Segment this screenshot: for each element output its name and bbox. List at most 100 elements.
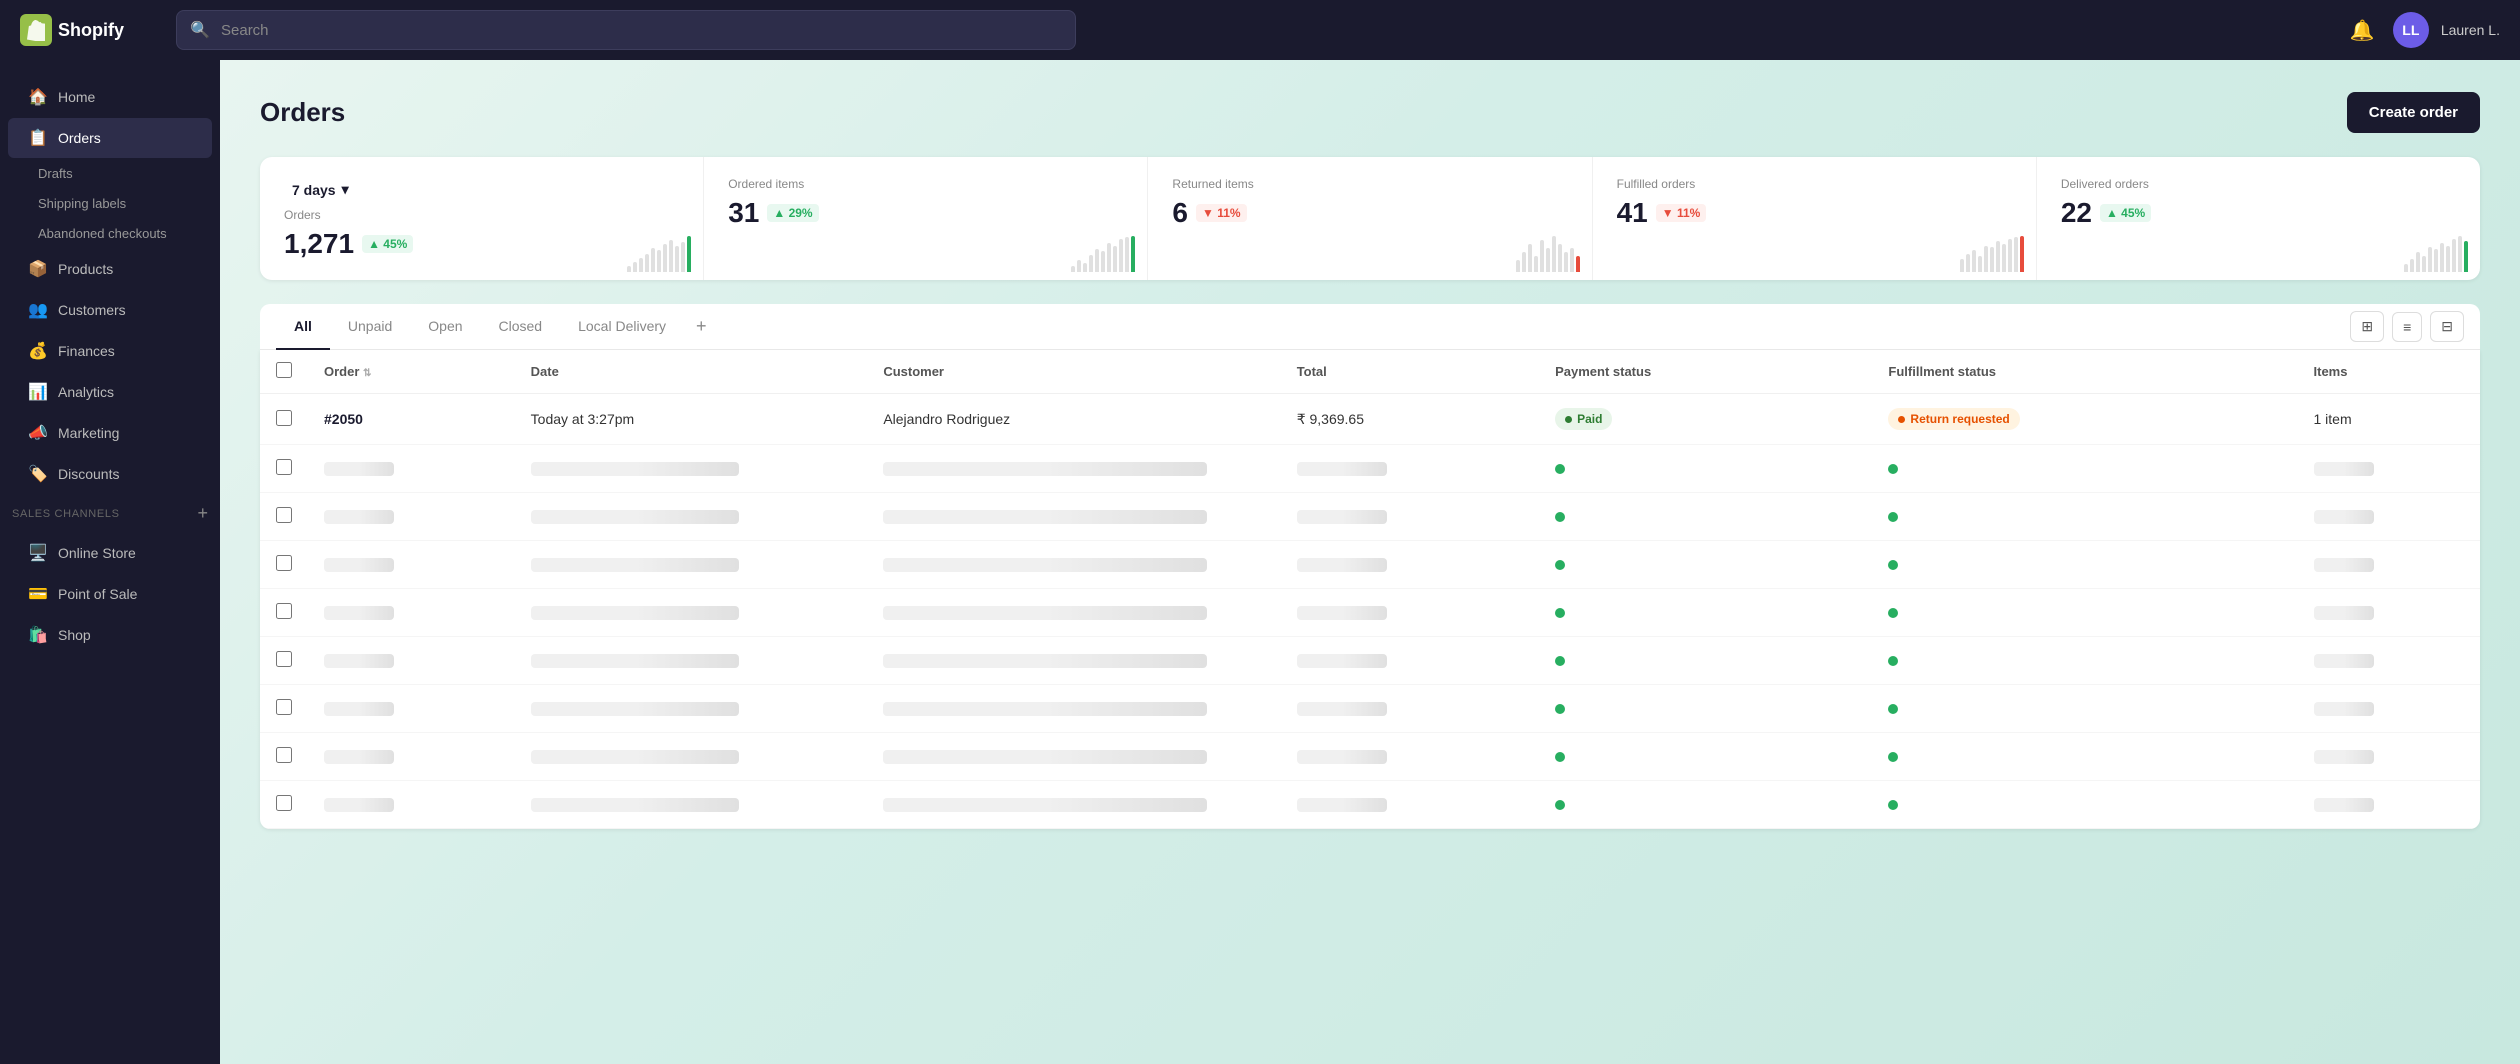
- column-header-order[interactable]: Order ⇅: [308, 350, 515, 394]
- marketing-icon: 📣: [28, 423, 48, 443]
- column-settings-button[interactable]: ⊟: [2430, 311, 2464, 342]
- sidebar-item-shop[interactable]: 🛍️Shop: [8, 615, 212, 655]
- mini-bar: [1516, 260, 1520, 272]
- cell-order: [308, 637, 515, 685]
- cell-payment-status: [1539, 733, 1872, 781]
- notification-bell-button[interactable]: 🔔: [2344, 12, 2381, 49]
- row-checkbox[interactable]: [276, 699, 292, 715]
- order-link[interactable]: #2050: [324, 411, 363, 427]
- mini-bar: [633, 262, 637, 272]
- sidebar-item-analytics[interactable]: 📊Analytics: [8, 372, 212, 412]
- sidebar-item-customers[interactable]: 👥Customers: [8, 290, 212, 330]
- table-row[interactable]: [260, 541, 2480, 589]
- sidebar-item-finances[interactable]: 💰Finances: [8, 331, 212, 371]
- mini-bar: [1095, 249, 1099, 272]
- search-input[interactable]: [176, 10, 1076, 50]
- tab-unpaid[interactable]: Unpaid: [330, 304, 410, 350]
- sales-channels-label: Sales channels: [12, 508, 120, 520]
- sidebar-subitem-abandoned-checkouts[interactable]: Abandoned checkouts: [8, 219, 212, 248]
- skeleton-loader: [2314, 798, 2374, 812]
- cell-total: [1281, 781, 1539, 829]
- tab-local-delivery[interactable]: Local Delivery: [560, 304, 684, 350]
- row-checkbox[interactable]: [276, 603, 292, 619]
- mini-bar: [1990, 247, 1994, 272]
- table-row[interactable]: [260, 685, 2480, 733]
- row-checkbox[interactable]: [276, 651, 292, 667]
- customers-icon: 👥: [28, 300, 48, 320]
- mini-bar: [663, 244, 667, 272]
- create-order-button[interactable]: Create order: [2347, 92, 2480, 133]
- cell-date: [515, 685, 868, 733]
- mini-bar: [639, 258, 643, 272]
- row-checkbox[interactable]: [276, 459, 292, 475]
- cell-date: [515, 445, 868, 493]
- cell-items: [2298, 541, 2481, 589]
- fulfillment-status-badge: Return requested: [1888, 408, 2019, 430]
- sort-button[interactable]: ≡: [2392, 312, 2422, 342]
- mini-bar: [669, 240, 673, 272]
- skeleton-loader: [1297, 750, 1388, 764]
- mini-bar: [645, 254, 649, 272]
- mini-bar: [1552, 236, 1556, 272]
- skeleton-loader: [324, 606, 394, 620]
- stat-value: 31: [728, 197, 759, 229]
- cell-total: [1281, 493, 1539, 541]
- sales-channels-add-button[interactable]: +: [197, 503, 208, 524]
- stat-badge: ▲ 45%: [362, 235, 413, 253]
- row-checkbox[interactable]: [276, 555, 292, 571]
- skeleton-loader: [2314, 558, 2374, 572]
- cell-order: [308, 445, 515, 493]
- sidebar-item-marketing[interactable]: 📣Marketing: [8, 413, 212, 453]
- skeleton-loader: [1297, 654, 1388, 668]
- row-checkbox[interactable]: [276, 795, 292, 811]
- tab-all[interactable]: All: [276, 304, 330, 350]
- table-row[interactable]: [260, 733, 2480, 781]
- sidebar-item-products[interactable]: 📦Products: [8, 249, 212, 289]
- cell-order: [308, 781, 515, 829]
- sidebar-subitem-shipping-labels[interactable]: Shipping labels: [8, 189, 212, 218]
- row-checkbox[interactable]: [276, 410, 292, 426]
- table-row[interactable]: [260, 637, 2480, 685]
- sidebar-item-home[interactable]: 🏠Home: [8, 77, 212, 117]
- table-row[interactable]: [260, 493, 2480, 541]
- skeleton-loader: [2314, 606, 2374, 620]
- table-row[interactable]: [260, 781, 2480, 829]
- row-checkbox-cell: [260, 637, 308, 685]
- row-checkbox-cell: [260, 781, 308, 829]
- status-dot: [1888, 752, 1898, 762]
- table-row[interactable]: [260, 589, 2480, 637]
- sidebar-subitem-drafts[interactable]: Drafts: [8, 159, 212, 188]
- row-checkbox[interactable]: [276, 747, 292, 763]
- sidebar-item-online-store[interactable]: 🖥️Online Store: [8, 533, 212, 573]
- tab-open[interactable]: Open: [410, 304, 480, 350]
- table-row[interactable]: #2050Today at 3:27pmAlejandro Rodriguez₹…: [260, 394, 2480, 445]
- stat-card-orders-count: 7 days ▾ Orders 1,271 ▲ 45%: [260, 157, 704, 280]
- add-tab-button[interactable]: +: [684, 306, 719, 347]
- tab-closed[interactable]: Closed: [481, 304, 561, 350]
- row-checkbox[interactable]: [276, 507, 292, 523]
- app-logo[interactable]: Shopify: [20, 14, 160, 46]
- mini-bar: [1528, 244, 1532, 272]
- chevron-down-icon: ▾: [342, 181, 349, 198]
- mini-bar: [1540, 240, 1544, 272]
- sidebar-item-discounts[interactable]: 🏷️Discounts: [8, 454, 212, 494]
- days-selector[interactable]: 7 days ▾: [284, 177, 357, 202]
- cell-customer: [867, 685, 1280, 733]
- user-avatar[interactable]: LL: [2393, 12, 2429, 48]
- mini-bar: [2464, 241, 2468, 272]
- stat-badge: ▲ 29%: [767, 204, 818, 222]
- row-checkbox-cell: [260, 445, 308, 493]
- mini-bar: [2416, 252, 2420, 272]
- tabs-row: AllUnpaidOpenClosedLocal Delivery+ ⊞ ≡ ⊟: [260, 304, 2480, 350]
- sidebar-item-point-of-sale[interactable]: 💳Point of Sale: [8, 574, 212, 614]
- skeleton-loader: [531, 558, 739, 572]
- select-all-checkbox[interactable]: [276, 362, 292, 378]
- sidebar-item-orders[interactable]: 📋Orders: [8, 118, 212, 158]
- table-row[interactable]: [260, 445, 2480, 493]
- skeleton-loader: [2314, 510, 2374, 524]
- cell-date: [515, 733, 868, 781]
- cell-items: [2298, 445, 2481, 493]
- cell-customer: Alejandro Rodriguez: [867, 394, 1280, 445]
- filter-button[interactable]: ⊞: [2350, 311, 2384, 342]
- cell-items: [2298, 589, 2481, 637]
